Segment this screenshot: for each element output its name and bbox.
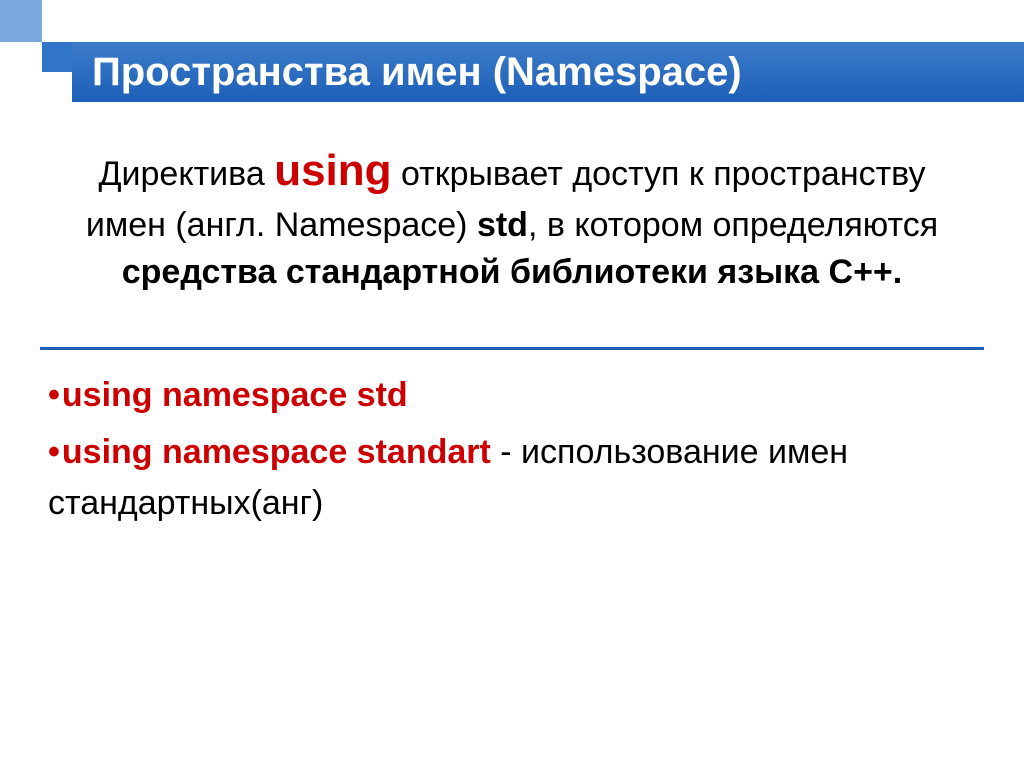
main-paragraph: Директива using открывает доступ к прост…: [40, 130, 984, 317]
slide-title: Пространства имен (Namespace): [92, 50, 742, 95]
decor-square-dark: [42, 42, 72, 72]
code-text-1: using namespace std: [62, 376, 408, 414]
keyword-std: std: [477, 206, 528, 244]
bullet-dot-icon: •: [48, 433, 60, 471]
main-content: Директива using открывает доступ к прост…: [40, 130, 984, 535]
title-bar: Пространства имен (Namespace): [72, 42, 1024, 102]
keyword-using: using: [274, 146, 391, 195]
bullet-list: •using namespace std •using namespace st…: [40, 370, 984, 529]
decor-square-light: [0, 0, 42, 42]
bullet-item-2: •using namespace standart - использовани…: [48, 427, 984, 529]
code-text-2: using namespace standart: [62, 433, 491, 471]
bullet-dot-icon: •: [48, 376, 60, 414]
text-bold-1: средства стандартной библиотеки языка С+…: [122, 253, 902, 291]
bullet-item-1: •using namespace std: [48, 370, 984, 421]
text-part-3: , в котором определяются: [528, 206, 938, 244]
divider-line: [40, 347, 984, 350]
text-part-1: Директива: [99, 155, 275, 193]
